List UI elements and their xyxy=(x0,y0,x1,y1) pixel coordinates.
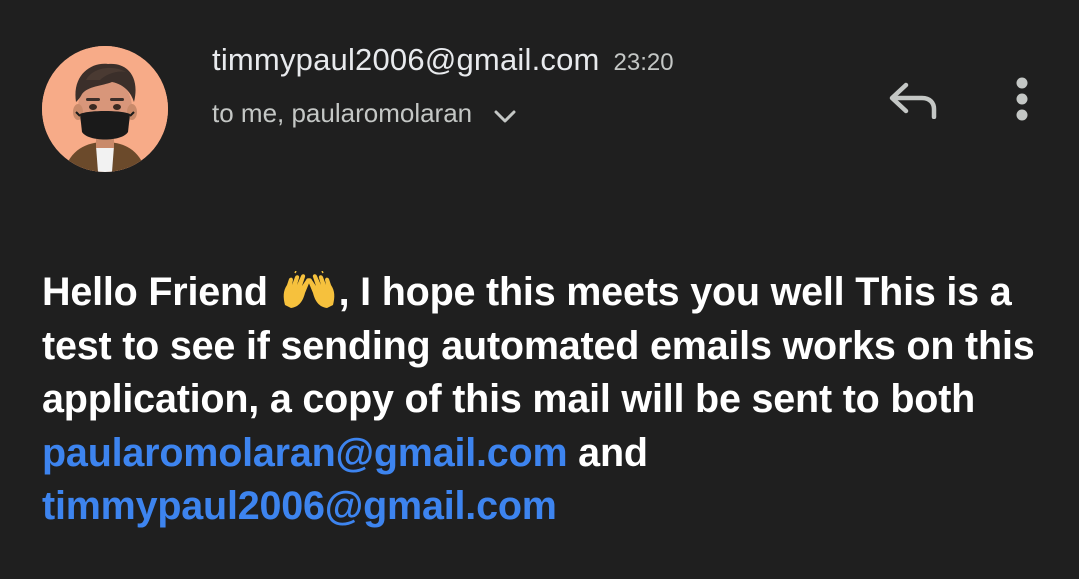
sender-email[interactable]: timmypaul2006@gmail.com xyxy=(212,42,600,78)
reply-button[interactable] xyxy=(884,76,940,122)
chevron-down-icon[interactable] xyxy=(492,104,518,130)
link-paularomolaran[interactable]: paularomolaran@gmail.com xyxy=(42,431,568,475)
sender-line: timmypaul2006@gmail.com 23:20 xyxy=(212,42,674,82)
recipients-line[interactable]: to me, paularomolaran xyxy=(212,95,518,131)
raising-hands-emoji-icon xyxy=(279,270,339,308)
more-options-button[interactable] xyxy=(1000,74,1044,124)
vertical-dots-icon xyxy=(1016,77,1028,121)
recipients-text: to me, paularomolaran xyxy=(212,97,473,128)
greeting-text: Hello Friend xyxy=(42,270,268,314)
message-body: Hello Friend , I hope this meets you wel… xyxy=(42,266,1052,534)
link-timmypaul2006[interactable]: timmypaul2006@gmail.com xyxy=(42,484,557,528)
memoji-avatar-icon xyxy=(42,46,168,172)
reply-arrow-icon xyxy=(889,82,937,119)
timestamp: 23:20 xyxy=(613,49,674,76)
body-text-part2: and xyxy=(567,430,648,475)
sender-avatar[interactable] xyxy=(42,46,168,172)
